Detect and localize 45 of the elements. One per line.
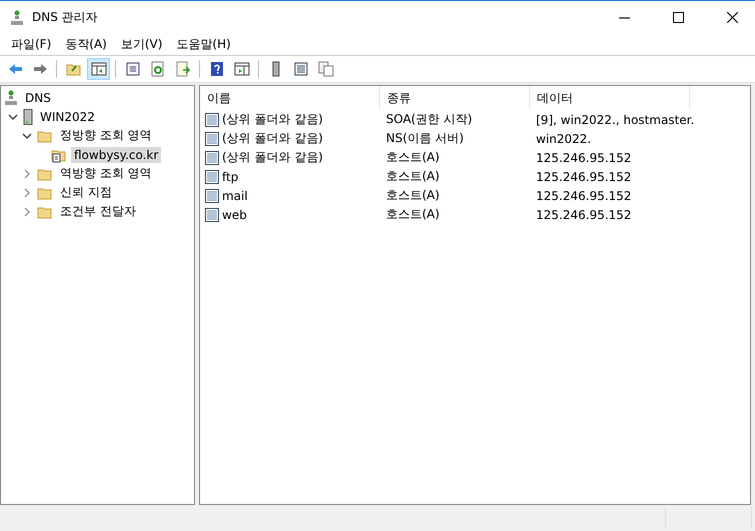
table-cell: 125.246.95.152: [536, 170, 632, 184]
record-icon: [204, 188, 220, 204]
table-cell: [9], win2022., hostmaster.: [536, 112, 694, 126]
column-header[interactable]: 데이터: [530, 86, 690, 110]
tree-item[interactable]: DNS: [22, 90, 54, 106]
record-icon: [204, 112, 220, 128]
table-cell: mail: [222, 188, 248, 202]
tree-item[interactable]: flowbysy.co.kr: [71, 146, 162, 162]
menu-item[interactable]: 도움말(H): [169, 36, 238, 53]
table-cell: 125.246.95.152: [536, 150, 632, 164]
server-icon: [23, 108, 33, 124]
tree-item[interactable]: 신뢰 지점: [57, 183, 115, 202]
dns-icon: [10, 10, 24, 26]
tree-item[interactable]: 조건부 전달자: [57, 202, 139, 221]
tree-item[interactable]: 역방향 조회 영역: [57, 164, 155, 183]
menu-item[interactable]: 동작(A): [58, 36, 114, 53]
table-cell: ftp: [222, 170, 238, 184]
table-cell: 호스트(A): [386, 206, 440, 223]
column-header[interactable]: 종류: [380, 86, 530, 110]
tree-item[interactable]: 정방향 조회 영역: [57, 126, 155, 145]
table-cell: 호스트(A): [386, 187, 440, 204]
table-cell: web: [222, 208, 247, 222]
tree-icon[interactable]: [87, 58, 110, 80]
menu-item[interactable]: 보기(V): [114, 36, 170, 53]
record-icon: [204, 168, 220, 184]
dns-icon: [4, 90, 18, 106]
table-cell: 호스트(A): [386, 168, 440, 185]
record-icon: [204, 206, 220, 222]
record-icon: [204, 150, 220, 166]
table-cell: (상위 폴더와 같음): [222, 111, 323, 128]
table-cell: win2022.: [536, 132, 592, 146]
table-cell: SOA(권한 시작): [386, 111, 472, 128]
maximize-icon[interactable]: [672, 12, 684, 23]
table-cell: NS(이름 서버): [386, 130, 464, 147]
table-cell: 호스트(A): [386, 149, 440, 166]
table-cell: 125.246.95.152: [536, 208, 632, 222]
record-icon: [204, 130, 220, 146]
menu-item[interactable]: 파일(F): [4, 36, 58, 53]
close-icon[interactable]: [726, 12, 738, 23]
table-cell: 125.246.95.152: [536, 188, 632, 202]
tree-item[interactable]: WIN2022: [37, 108, 98, 124]
window-title: DNS 관리자: [32, 9, 98, 26]
table-cell: (상위 폴더와 같음): [222, 130, 323, 147]
table-cell: (상위 폴더와 같음): [222, 149, 323, 166]
column-header[interactable]: 이름: [200, 86, 380, 110]
